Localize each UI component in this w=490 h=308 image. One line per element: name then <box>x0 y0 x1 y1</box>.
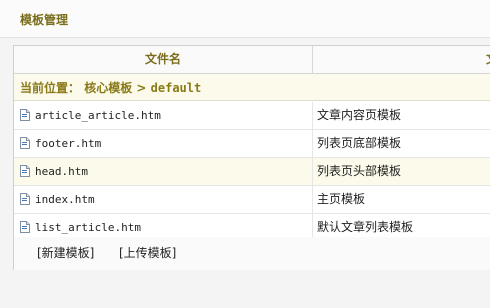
breadcrumb-current: default <box>150 81 202 95</box>
file-description: 列表页底部模板 <box>317 136 402 150</box>
table-row: article_article.htm 文章内容页模板 <box>14 102 490 130</box>
file-description: 默认文章列表模板 <box>317 220 414 234</box>
page-header: 模板管理 <box>0 0 490 38</box>
file-name-link[interactable]: head.htm <box>35 164 88 179</box>
table-row: footer.htm 列表页底部模板 <box>14 130 490 158</box>
file-icon <box>20 137 30 149</box>
file-name-link[interactable]: index.htm <box>35 192 95 207</box>
file-description: 列表页头部模板 <box>317 164 402 178</box>
table-row: index.htm 主页模板 <box>14 186 490 214</box>
file-icon <box>20 165 30 177</box>
new-template-button[interactable]: [新建模板] <box>37 246 94 261</box>
file-description: 文章内容页模板 <box>317 108 402 122</box>
template-panel: 文件名 文 当前位置： 核心模板 > default article_artic… <box>13 45 490 270</box>
file-icon <box>20 193 30 205</box>
table-row: head.htm 列表页头部模板 <box>14 158 490 186</box>
breadcrumb-separator: > <box>136 81 147 95</box>
breadcrumb-text: 当前位置： 核心模板 > default <box>20 80 201 96</box>
file-name-link[interactable]: footer.htm <box>35 136 101 151</box>
action-bar: [新建模板] [上传模板] <box>14 237 490 270</box>
file-cell: head.htm <box>14 158 313 185</box>
file-icon <box>20 221 30 233</box>
breadcrumb-root[interactable]: 核心模板 <box>84 81 132 95</box>
file-description: 主页模板 <box>317 192 366 206</box>
file-list: article_article.htm 文章内容页模板 footer.htm 列… <box>14 102 490 242</box>
file-cell: footer.htm <box>14 130 313 157</box>
table-header: 文件名 文 <box>14 46 490 74</box>
file-cell: article_article.htm <box>14 102 313 129</box>
file-name-link[interactable]: list_article.htm <box>35 220 141 235</box>
page-title: 模板管理 <box>20 13 69 27</box>
column-header-description: 文 <box>486 46 490 73</box>
breadcrumb-label: 当前位置： <box>20 81 81 95</box>
file-name-link[interactable]: article_article.htm <box>35 108 161 123</box>
file-cell: index.htm <box>14 186 313 213</box>
breadcrumb: 当前位置： 核心模板 > default <box>14 74 490 101</box>
file-icon <box>20 109 30 121</box>
upload-template-button[interactable]: [上传模板] <box>119 246 176 261</box>
column-header-filename: 文件名 <box>14 46 313 73</box>
